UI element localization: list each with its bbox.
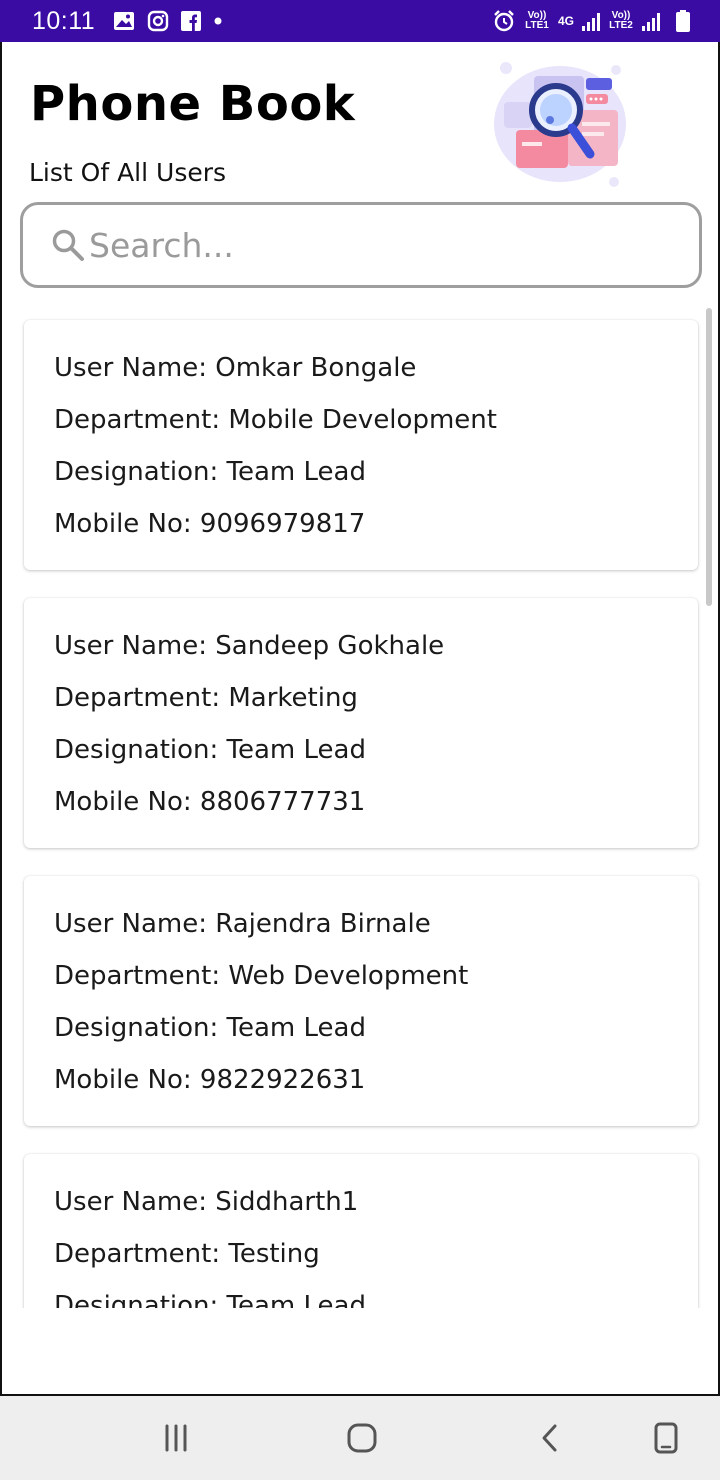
back-button[interactable] [530,1418,570,1458]
search-bar[interactable] [20,202,702,288]
user-card[interactable]: User Name: Siddharth1 Department: Testin… [24,1154,698,1308]
recent-apps-button[interactable] [156,1418,196,1458]
user-name: User Name: Sandeep Gokhale [54,631,445,661]
header: Phone Book List Of All Users [2,42,718,202]
dot-icon [213,16,223,26]
battery-icon [676,10,690,32]
search-illustration-icon [490,58,640,192]
user-card[interactable]: User Name: Omkar Bongale Department: Mob… [24,320,698,570]
user-card[interactable]: User Name: Sandeep Gokhale Department: M… [24,598,698,848]
user-name: User Name: Omkar Bongale [54,353,417,383]
status-bar: 10:11 Vo)) LTE1 4G Vo)) LTE2 [0,0,720,42]
instagram-icon [147,10,169,32]
rotate-button[interactable] [646,1418,686,1458]
lte1-label: Vo)) LTE1 [525,10,549,31]
scrollbar[interactable] [706,308,712,606]
search-icon [52,229,84,261]
page-subtitle: List Of All Users [29,158,227,187]
notification-icons [113,10,223,32]
lte2-label: Vo)) LTE2 [609,10,633,31]
page-title: Phone Book [30,76,356,132]
navigation-bar [0,1396,720,1480]
home-button[interactable] [342,1418,382,1458]
alarm-icon [492,9,516,33]
user-designation: Designation: Team Lead [54,735,366,765]
user-mobile: Mobile No: 8806777731 [54,787,366,817]
app-frame: Phone Book List Of All Users Search... U… [0,42,720,1396]
user-mobile: Mobile No: 9822922631 [54,1065,366,1095]
network-type-label: 4G [557,14,574,28]
user-designation: Designation: Team Lead [54,1291,366,1308]
search-input[interactable] [89,225,649,265]
signal-icon [582,11,600,31]
user-card[interactable]: User Name: Rajendra Birnale Department: … [24,876,698,1126]
signal-icon-2 [642,11,660,31]
user-designation: Designation: Team Lead [54,457,366,487]
user-name: User Name: Rajendra Birnale [54,909,431,939]
user-mobile: Mobile No: 9096979817 [54,509,366,539]
system-status-icons: Vo)) LTE1 4G Vo)) LTE2 [492,9,690,33]
user-department: Department: Mobile Development [54,405,497,435]
status-time: 10:11 [32,6,96,35]
home-icon [347,1423,377,1453]
user-name: User Name: Siddharth1 [54,1187,359,1217]
user-list[interactable]: User Name: Omkar Bongale Department: Mob… [2,306,718,1308]
recent-apps-icon [165,1424,187,1452]
rotate-icon [654,1422,678,1454]
facebook-icon [181,11,202,31]
user-department: Department: Web Development [54,961,469,991]
gallery-icon [113,11,135,31]
user-designation: Designation: Team Lead [54,1013,366,1043]
user-department: Department: Marketing [54,683,358,713]
user-department: Department: Testing [54,1239,320,1269]
back-icon [542,1424,557,1452]
